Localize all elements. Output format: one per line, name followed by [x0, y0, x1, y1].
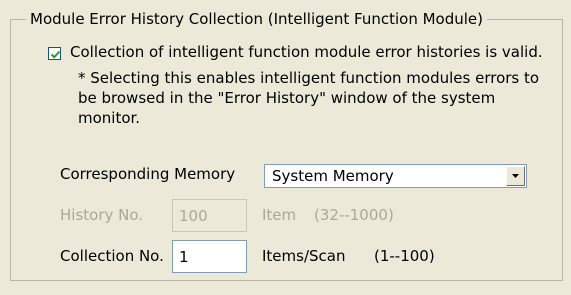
corresponding-memory-value: System Memory — [272, 167, 394, 185]
collection-valid-checkbox[interactable] — [48, 47, 61, 60]
collection-range-label: (1--100) — [374, 247, 435, 265]
chevron-down-icon — [512, 174, 519, 178]
collection-no-label: Collection No. — [60, 247, 164, 265]
collection-unit-label: Items/Scan — [262, 247, 346, 265]
collection-no-input[interactable]: 1 — [172, 240, 247, 273]
dropdown-button[interactable] — [506, 166, 525, 186]
history-no-value: 100 — [179, 207, 208, 225]
corresponding-memory-label: Corresponding Memory — [60, 165, 236, 183]
collection-no-value: 1 — [179, 248, 189, 266]
collection-valid-label[interactable]: Collection of intelligent function modul… — [70, 42, 543, 62]
history-no-label: History No. — [60, 206, 144, 224]
history-unit-label: Item — [262, 206, 297, 224]
history-no-input: 100 — [172, 199, 247, 232]
corresponding-memory-select[interactable]: System Memory — [264, 164, 527, 188]
note-text: * Selecting this enables intelligent fun… — [78, 69, 540, 127]
history-range-label: (32--1000) — [314, 206, 394, 224]
checkmark-icon — [50, 50, 61, 59]
groupbox-title: Module Error History Collection (Intelli… — [26, 9, 488, 29]
